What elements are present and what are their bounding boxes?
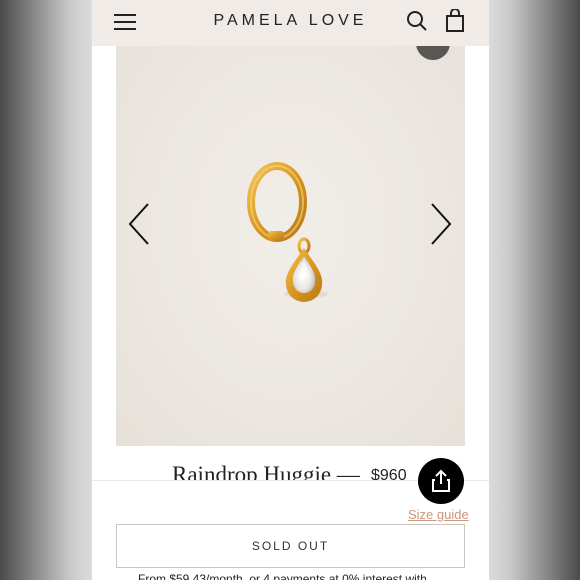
site-header: PAMELA LOVE [92, 0, 489, 46]
search-icon[interactable] [406, 10, 428, 32]
share-button[interactable] [418, 458, 464, 504]
brand-logo[interactable]: PAMELA LOVE [92, 12, 489, 30]
product-name: Raindrop Huggie [172, 462, 332, 480]
share-icon [432, 469, 450, 492]
product-page: PAMELA LOVE Raindrop Huggie — $960 Size … [92, 0, 489, 580]
title-separator: — [336, 462, 360, 480]
size-guide-link[interactable]: Size guide [408, 507, 469, 522]
product-title: Raindrop Huggie — [172, 462, 360, 480]
product-gallery[interactable] [116, 46, 465, 446]
chevron-left-icon[interactable] [126, 200, 154, 248]
product-price: $960 [371, 467, 407, 480]
shopping-bag-icon[interactable] [444, 9, 466, 33]
financing-text: From $59.43/month, or 4 payments at 0% i… [138, 572, 427, 580]
earring-image [247, 162, 328, 302]
chevron-right-icon[interactable] [426, 200, 454, 248]
sold-out-button[interactable]: SOLD OUT [116, 524, 465, 568]
